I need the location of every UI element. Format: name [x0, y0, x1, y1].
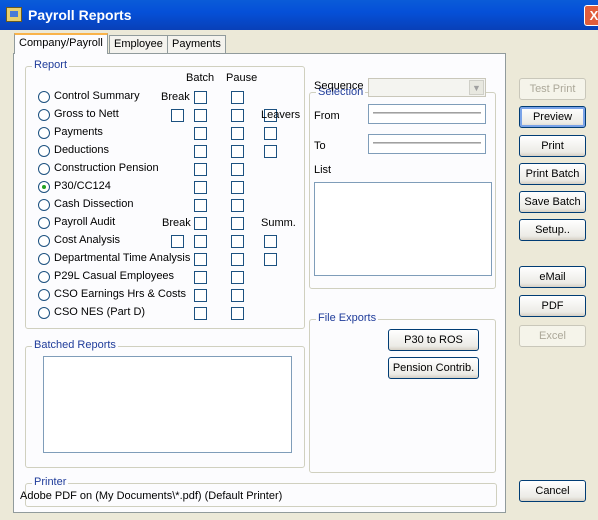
- pause-checkbox-gross-to-nett[interactable]: [231, 109, 244, 122]
- batched-reports-list[interactable]: [43, 356, 292, 453]
- report-label-cash-dissection: Cash Dissection: [54, 198, 134, 210]
- report-label-cso-earnings-hrs-costs: CSO Earnings Hrs & Costs: [54, 288, 187, 300]
- batch-checkbox-construction-pension[interactable]: [194, 163, 207, 176]
- radio-construction-pension[interactable]: [38, 163, 50, 175]
- radio-departmental-time-analysis[interactable]: [38, 253, 50, 265]
- payroll-reports-icon: [6, 7, 22, 22]
- printer-group-label: Printer: [32, 476, 69, 488]
- report-label-deductions: Deductions: [54, 144, 110, 156]
- option-checkbox-deductions[interactable]: [264, 145, 277, 158]
- print-button[interactable]: Print: [519, 135, 586, 157]
- batch-checkbox-deductions[interactable]: [194, 145, 207, 158]
- batch-checkbox-departmental-time-analysis[interactable]: [194, 253, 207, 266]
- batch-checkbox-cost-analysis[interactable]: [194, 235, 207, 248]
- report-label-departmental-time-analysis: Departmental Time Analysis: [54, 252, 191, 264]
- to-field[interactable]: [368, 134, 486, 154]
- pause-checkbox-cost-analysis[interactable]: [231, 235, 244, 248]
- pause-checkbox-p30-cc124[interactable]: [231, 181, 244, 194]
- list-label: List: [314, 164, 332, 176]
- break-label-control-summary: Break: [161, 91, 190, 103]
- batch-checkbox-cash-dissection[interactable]: [194, 199, 207, 212]
- radio-cso-nes-part-d[interactable]: [38, 307, 50, 319]
- excel-button[interactable]: Excel: [519, 325, 586, 347]
- radio-payments[interactable]: [38, 127, 50, 139]
- save-batch-button[interactable]: Save Batch: [519, 191, 586, 213]
- report-label-payroll-audit: Payroll Audit: [54, 216, 116, 228]
- report-label-cost-analysis: Cost Analysis: [54, 234, 121, 246]
- report-label-p30-cc124: P30/CC124: [54, 180, 111, 192]
- sequence-label: Sequence: [314, 80, 364, 92]
- cancel-button[interactable]: Cancel: [519, 480, 586, 502]
- batch-checkbox-p29l-casual-employees[interactable]: [194, 271, 207, 284]
- from-label: From: [314, 110, 340, 122]
- report-label-gross-to-nett: Gross to Nett: [54, 108, 119, 120]
- email-button[interactable]: eMail: [519, 266, 586, 288]
- file-exports-label: File Exports: [316, 312, 379, 324]
- test-print-button[interactable]: Test Print: [519, 78, 586, 100]
- batch-checkbox-control-summary[interactable]: [194, 91, 207, 104]
- selection-list[interactable]: [314, 182, 492, 276]
- batch-column-header: Batch: [186, 72, 215, 84]
- print-batch-button[interactable]: Print Batch: [519, 163, 586, 185]
- extra-checkbox-cost-analysis[interactable]: [171, 235, 184, 248]
- report-label-construction-pension: Construction Pension: [54, 162, 159, 174]
- title-bar: Payroll Reports X: [0, 0, 598, 30]
- option-checkbox-departmental-time-analysis[interactable]: [264, 253, 277, 266]
- pause-checkbox-payments[interactable]: [231, 127, 244, 140]
- break-label-payroll-audit: Break: [162, 217, 191, 229]
- printer-value: Adobe PDF on (My Documents\*.pdf) (Defau…: [20, 490, 283, 502]
- radio-gross-to-nett[interactable]: [38, 109, 50, 121]
- pause-checkbox-payroll-audit[interactable]: [231, 217, 244, 230]
- leavers-label: Leavers: [261, 109, 301, 121]
- extra-checkbox-gross-to-nett[interactable]: [171, 109, 184, 122]
- batch-checkbox-cso-earnings-hrs-costs[interactable]: [194, 289, 207, 302]
- chevron-down-icon[interactable]: ▼: [469, 80, 484, 95]
- batch-checkbox-gross-to-nett[interactable]: [194, 109, 207, 122]
- to-label: To: [314, 140, 326, 152]
- radio-control-summary[interactable]: [38, 91, 50, 103]
- p30-to-ros-button[interactable]: P30 to ROS: [388, 329, 479, 351]
- radio-payroll-audit[interactable]: [38, 217, 50, 229]
- option-checkbox-payments[interactable]: [264, 127, 277, 140]
- radio-p29l-casual-employees[interactable]: [38, 271, 50, 283]
- batched-reports-label: Batched Reports: [32, 339, 118, 351]
- pause-checkbox-cso-earnings-hrs-costs[interactable]: [231, 289, 244, 302]
- report-label-payments: Payments: [54, 126, 103, 138]
- batch-checkbox-cso-nes-part-d[interactable]: [194, 307, 207, 320]
- window-title: Payroll Reports: [28, 7, 132, 23]
- report-group-label: Report: [32, 59, 70, 71]
- pause-column-header: Pause: [226, 72, 258, 84]
- option-checkbox-cost-analysis[interactable]: [264, 235, 277, 248]
- pause-checkbox-deductions[interactable]: [231, 145, 244, 158]
- sequence-select[interactable]: ▼: [368, 78, 486, 97]
- pdf-button[interactable]: PDF: [519, 295, 586, 317]
- radio-cash-dissection[interactable]: [38, 199, 50, 211]
- pause-checkbox-construction-pension[interactable]: [231, 163, 244, 176]
- close-button[interactable]: X: [584, 5, 598, 26]
- report-label-p29l-casual-employees: P29L Casual Employees: [54, 270, 175, 282]
- batch-checkbox-p30-cc124[interactable]: [194, 181, 207, 194]
- report-label-cso-nes-part-d: CSO NES (Part D): [54, 306, 146, 318]
- summ-label: Summ.: [261, 217, 296, 229]
- batch-checkbox-payroll-audit[interactable]: [194, 217, 207, 230]
- pause-checkbox-departmental-time-analysis[interactable]: [231, 253, 244, 266]
- radio-cost-analysis[interactable]: [38, 235, 50, 247]
- tab-employee[interactable]: Employee: [109, 35, 168, 53]
- pause-checkbox-cso-nes-part-d[interactable]: [231, 307, 244, 320]
- batch-checkbox-payments[interactable]: [194, 127, 207, 140]
- pause-checkbox-p29l-casual-employees[interactable]: [231, 271, 244, 284]
- radio-deductions[interactable]: [38, 145, 50, 157]
- payroll-reports-window: Payroll Reports X Company/Payroll Employ…: [0, 0, 598, 520]
- tab-company-payroll[interactable]: Company/Payroll: [14, 33, 108, 54]
- radio-p30-cc124[interactable]: [38, 181, 50, 193]
- pension-contrib-button[interactable]: Pension Contrib.: [388, 357, 479, 379]
- report-label-control-summary: Control Summary: [54, 90, 140, 102]
- pause-checkbox-control-summary[interactable]: [231, 91, 244, 104]
- setup-button[interactable]: Setup..: [519, 219, 586, 241]
- radio-cso-earnings-hrs-costs[interactable]: [38, 289, 50, 301]
- pause-checkbox-cash-dissection[interactable]: [231, 199, 244, 212]
- preview-button[interactable]: Preview: [519, 106, 586, 128]
- tab-payments[interactable]: Payments: [167, 35, 226, 53]
- from-field[interactable]: [368, 104, 486, 124]
